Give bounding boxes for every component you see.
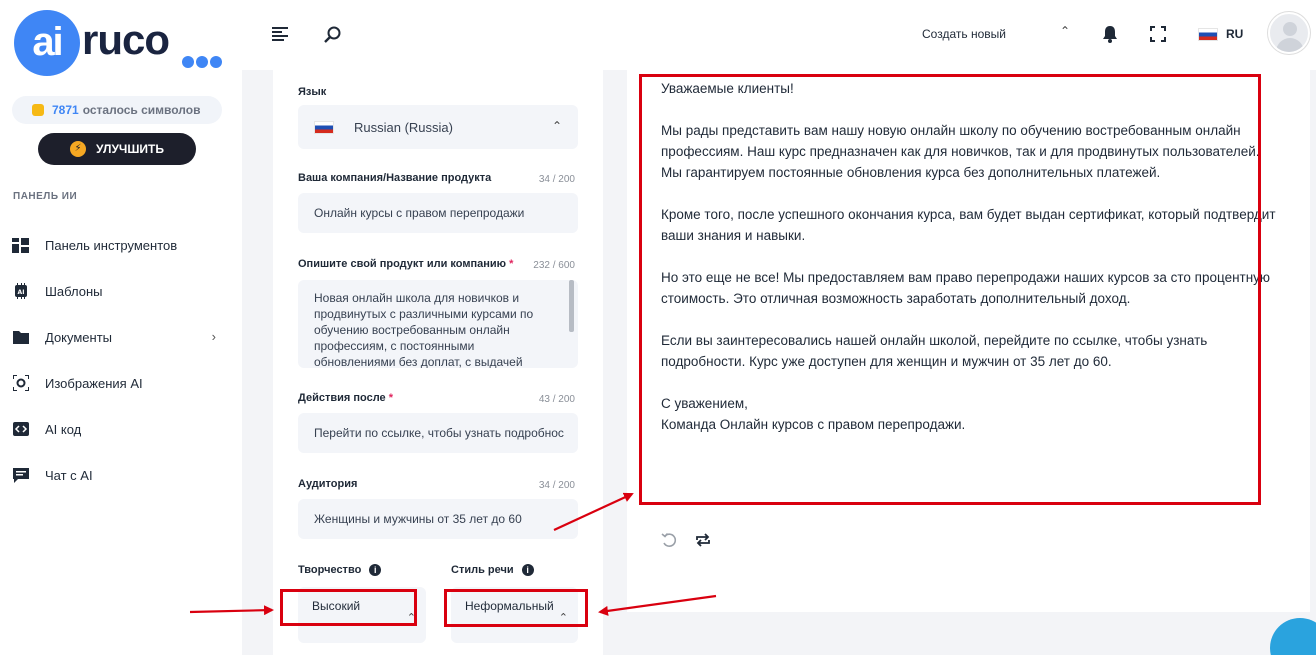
describe-value: Новая онлайн школа для новичков и продви… [314, 291, 534, 368]
upgrade-button[interactable]: ⚡ УЛУЧШИТЬ [38, 133, 196, 165]
sidebar-item-label: Панель инструментов [45, 237, 178, 253]
chat-icon [12, 467, 29, 484]
chevron-up-icon[interactable]: ⌃ [1060, 24, 1070, 38]
audience-input[interactable]: Женщины и мужчины от 35 лет до 60 [298, 499, 578, 539]
coin-icon [32, 104, 44, 116]
create-new-dropdown[interactable]: Создать новый [922, 27, 1006, 41]
sidebar-item-label: Документы [45, 329, 113, 345]
sidebar-item-label: Шаблоны [45, 283, 103, 299]
audience-char-count: 34 / 200 [538, 480, 575, 491]
sidebar-item-chat[interactable]: Чат с AI [0, 452, 242, 498]
sidebar-item-label: AI код [45, 421, 82, 437]
generator-form: Язык Russian (Russia) ⌃ Ваша компания/На… [273, 70, 603, 655]
chevron-up-icon: ⌃ [551, 119, 562, 133]
company-char-count: 34 / 200 [538, 174, 575, 185]
sidebar: ai ruco 7871 осталось символов ⚡ УЛУЧШИТ… [0, 0, 242, 655]
language-switcher[interactable]: RU [1198, 27, 1243, 41]
search-icon[interactable] [324, 26, 341, 48]
sidebar-item-documents[interactable]: Документы › [0, 314, 242, 360]
top-header: Создать новый ⌃ RU [242, 0, 1316, 70]
bell-icon[interactable] [1102, 25, 1118, 48]
credits-badge: 7871 осталось символов [12, 96, 222, 124]
logo-dots [182, 56, 222, 68]
info-icon[interactable]: i [369, 564, 382, 577]
creativity-label: Творчество i [298, 564, 382, 577]
actions-input[interactable]: Перейти по ссылке, чтобы узнать подробно… [298, 413, 578, 453]
undo-icon[interactable] [661, 532, 677, 553]
sidebar-nav: Панель инструментов AI Шаблоны Документы… [0, 222, 242, 498]
russia-flag-icon [1198, 27, 1218, 41]
company-label: Ваша компания/Название продукта [298, 172, 492, 184]
language-label: Язык [298, 86, 327, 98]
svg-text:AI: AI [17, 289, 24, 296]
actions-label: Действия после * [298, 392, 393, 404]
sidebar-item-ai-images[interactable]: Изображения AI [0, 360, 242, 406]
sidebar-item-dashboard[interactable]: Панель инструментов [0, 222, 242, 268]
menu-toggle-icon[interactable] [272, 27, 288, 46]
audience-label: Аудитория [298, 478, 358, 490]
language-value: Russian (Russia) [354, 119, 453, 135]
actions-char-count: 43 / 200 [538, 394, 575, 405]
fullscreen-icon[interactable] [1150, 26, 1166, 47]
describe-char-count: 232 / 600 [533, 260, 575, 271]
language-code: RU [1226, 27, 1244, 41]
ai-chip-icon: AI [12, 283, 29, 300]
logo-mark: ai [14, 10, 80, 76]
camera-icon [12, 375, 29, 392]
annotation-box-creativity [280, 589, 417, 626]
brand-logo[interactable]: ai ruco [12, 8, 227, 76]
russia-flag-icon [314, 120, 334, 134]
sidebar-item-label: Изображения AI [45, 375, 143, 391]
info-icon[interactable]: i [521, 564, 534, 577]
chevron-right-icon: › [211, 329, 216, 344]
folder-icon [12, 329, 29, 346]
textarea-scrollbar[interactable] [569, 280, 574, 332]
upgrade-label: УЛУЧШИТЬ [96, 142, 164, 156]
regenerate-icon[interactable] [695, 532, 711, 553]
lightning-icon: ⚡ [70, 141, 87, 157]
annotation-box-tone [444, 589, 588, 627]
logo-wordmark: ruco [82, 16, 170, 63]
telegram-chat-button[interactable] [1270, 618, 1316, 655]
company-input[interactable]: Онлайн курсы с правом перепродажи [298, 193, 578, 233]
code-icon [12, 421, 29, 438]
sidebar-item-templates[interactable]: AI Шаблоны [0, 268, 242, 314]
tone-label: Стиль речи i [451, 564, 534, 577]
dashboard-icon [12, 237, 29, 254]
describe-textarea[interactable]: Новая онлайн школа для новичков и продви… [298, 280, 578, 368]
sidebar-item-label: Чат с AI [45, 467, 93, 483]
language-select[interactable]: Russian (Russia) ⌃ [298, 105, 578, 149]
sidebar-item-ai-code[interactable]: AI код [0, 406, 242, 452]
credits-count: 7871 [52, 103, 79, 117]
describe-label: Опишите свой продукт или компанию * [298, 258, 514, 270]
credits-label: осталось символов [82, 103, 201, 117]
avatar[interactable] [1268, 12, 1310, 54]
annotation-box-output [639, 74, 1261, 505]
sidebar-section-label: ПАНЕЛЬ ИИ [13, 191, 78, 202]
